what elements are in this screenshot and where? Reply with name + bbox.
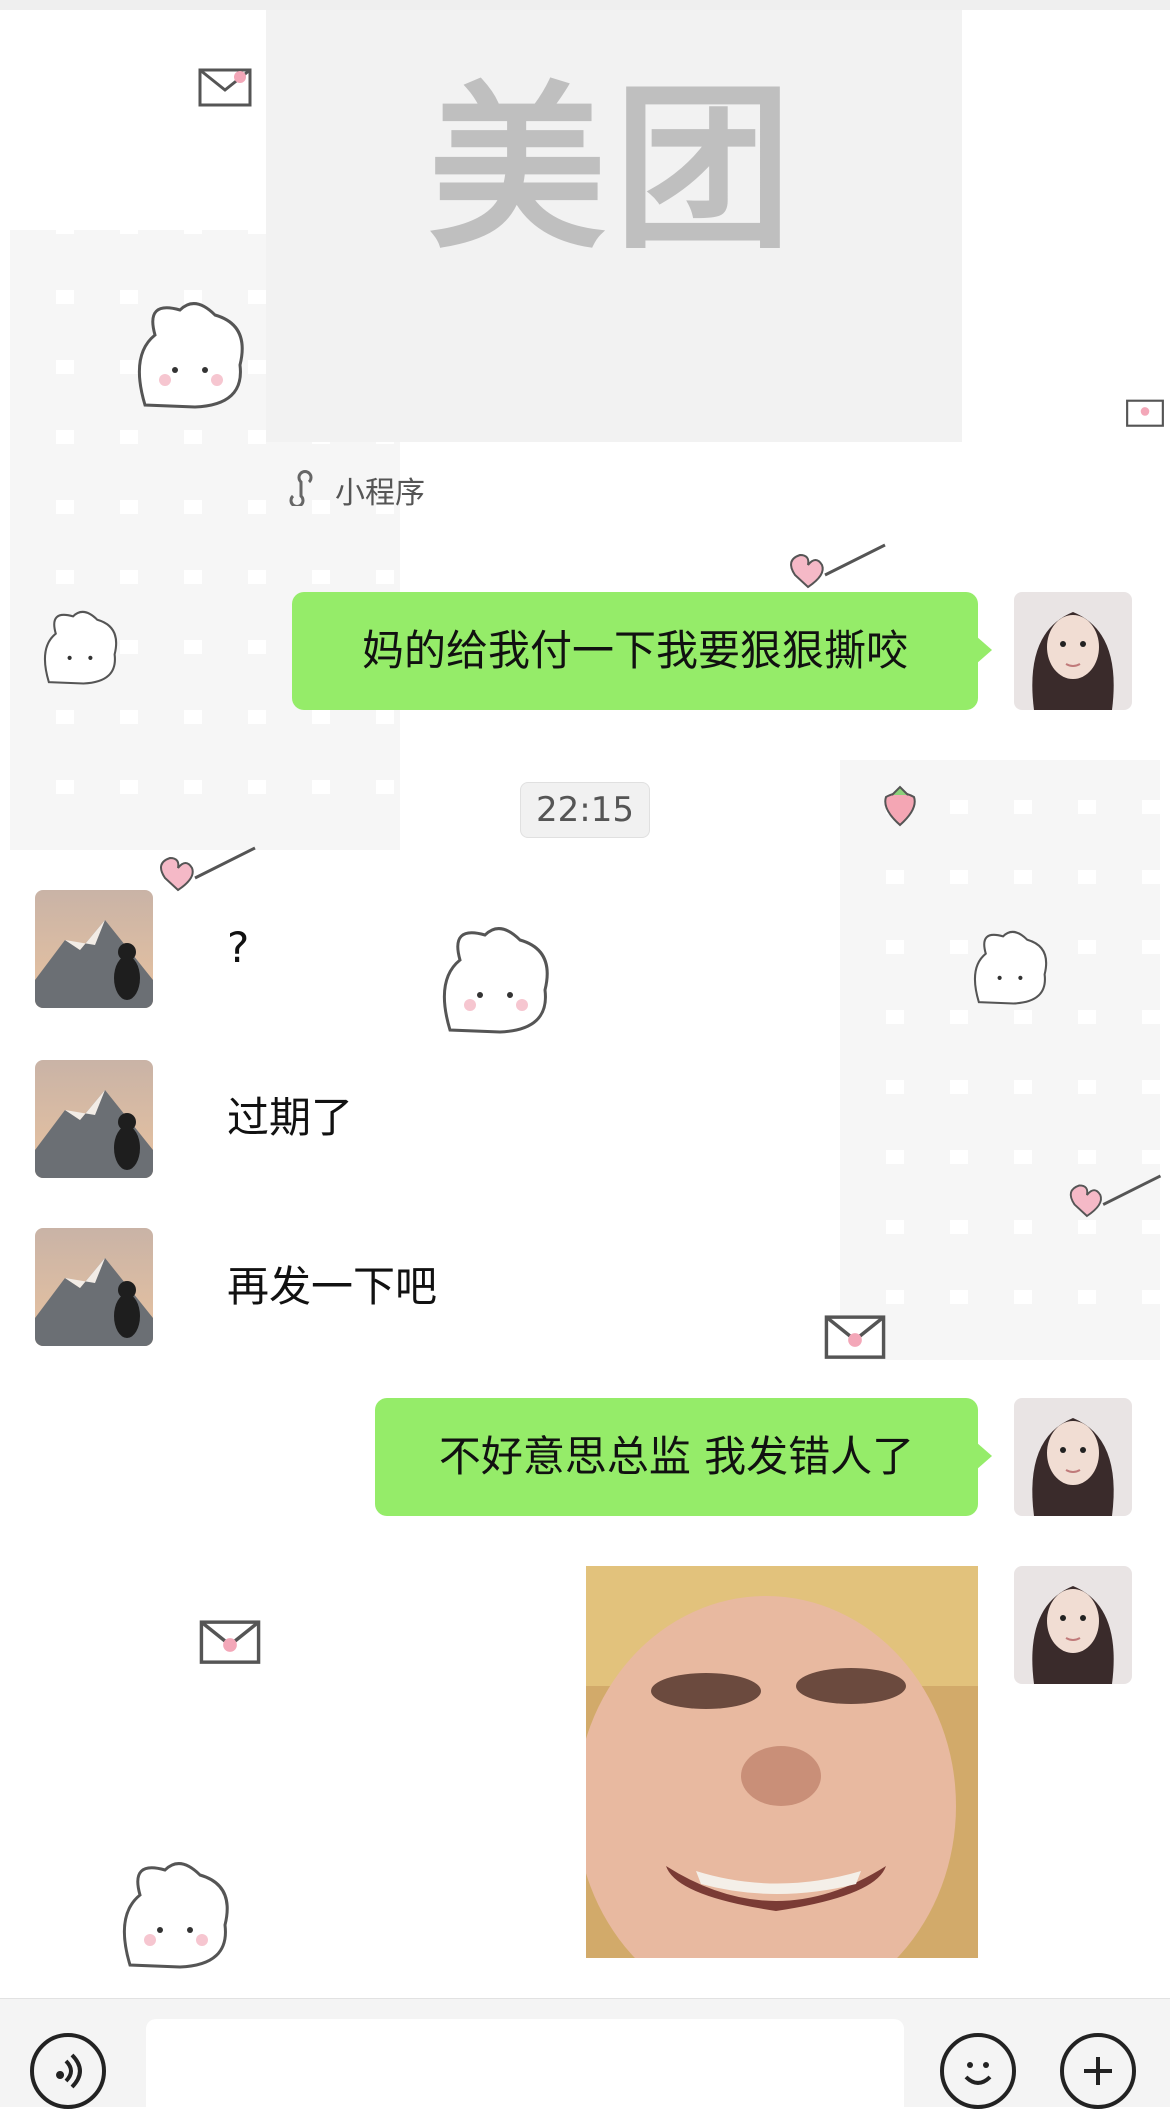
- envelope-icon: [190, 55, 260, 125]
- avatar-contact[interactable]: [35, 890, 153, 1008]
- background-pattern: [840, 760, 1160, 1360]
- heart-doodle-icon: [785, 535, 895, 595]
- message-text-incoming[interactable]: 过期了: [227, 1088, 353, 1148]
- avatar-contact[interactable]: [35, 1060, 153, 1178]
- envelope-icon: [180, 1605, 280, 1685]
- emoji-icon[interactable]: [940, 2033, 1016, 2109]
- mini-program-footer: 小程序: [285, 470, 425, 511]
- timestamp-chip: 22:15: [520, 782, 650, 838]
- voice-icon[interactable]: [30, 2033, 106, 2109]
- avatar-self[interactable]: [1014, 1566, 1132, 1684]
- sticker-image[interactable]: [586, 1566, 978, 1958]
- envelope-icon: [1120, 380, 1170, 450]
- plus-icon[interactable]: [1060, 2033, 1136, 2109]
- mini-program-link-icon: [285, 470, 321, 510]
- input-bar: [0, 1998, 1170, 2119]
- message-text-incoming[interactable]: ?: [227, 918, 249, 978]
- avatar-self[interactable]: [1014, 1398, 1132, 1516]
- message-bubble-outgoing[interactable]: 妈的给我付一下我要狠狠撕咬: [292, 592, 992, 710]
- avatar-self[interactable]: [1014, 592, 1132, 710]
- mini-program-label: 小程序: [335, 476, 425, 511]
- avatar-contact[interactable]: [35, 1228, 153, 1346]
- bunny-sticker-icon: [110, 1855, 240, 1975]
- status-divider: [0, 0, 1170, 10]
- mini-program-card[interactable]: 美团: [266, 10, 962, 442]
- message-text-incoming[interactable]: 再发一下吧: [227, 1257, 437, 1317]
- message-input[interactable]: [146, 2019, 904, 2119]
- message-bubble-outgoing[interactable]: 不好意思总监 我发错人了: [375, 1398, 992, 1516]
- bunny-sticker-icon: [430, 920, 560, 1040]
- meituan-logo: 美团: [428, 66, 800, 273]
